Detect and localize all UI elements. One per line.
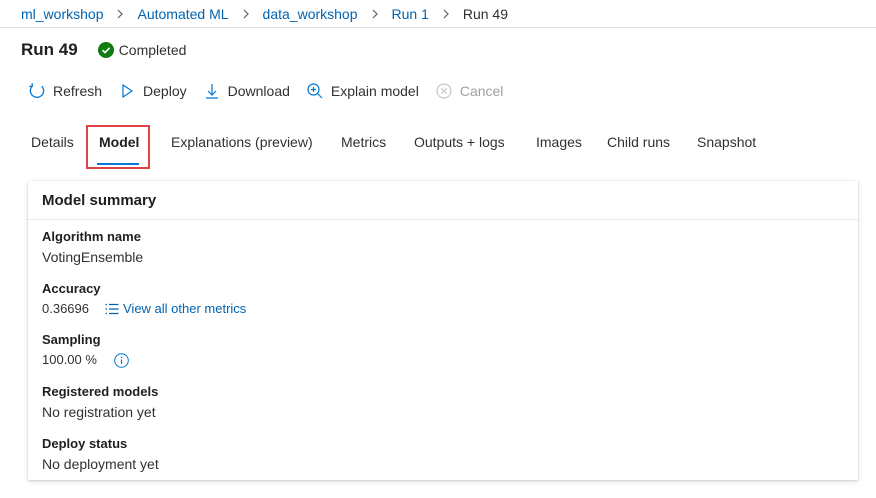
explain-model-label: Explain model [330, 83, 419, 99]
breadcrumb-item-workspace[interactable]: ml_workshop [21, 6, 103, 22]
tab-child-runs[interactable]: Child runs [607, 134, 670, 150]
breadcrumb-item-parent-run[interactable]: Run 1 [392, 6, 429, 22]
explain-model-button[interactable]: Explain model [306, 82, 419, 100]
sampling-row: 100.00 % [42, 351, 129, 369]
breadcrumb-item-automated-ml[interactable]: Automated ML [137, 6, 228, 22]
zoom-in-icon [306, 82, 324, 100]
tab-outputs-logs[interactable]: Outputs + logs [414, 134, 505, 150]
accuracy-row: 0.36696 View all other metrics [42, 300, 246, 318]
deploy-label: Deploy [143, 83, 187, 99]
chevron-right-icon [241, 9, 251, 19]
registered-models-field: Registered models No registration yet [42, 384, 158, 421]
card-header: Model summary [28, 181, 858, 220]
list-icon [105, 303, 119, 315]
accuracy-label: Accuracy [42, 281, 101, 296]
deploy-status-value: No deployment yet [42, 456, 159, 472]
tab-explanations[interactable]: Explanations (preview) [171, 134, 313, 150]
check-circle-icon [97, 42, 114, 58]
highlight-box [86, 125, 150, 169]
tab-snapshot[interactable]: Snapshot [697, 134, 756, 150]
refresh-button[interactable]: Refresh [28, 82, 102, 100]
accuracy-field: Accuracy 0.36696 View all other metrics [42, 281, 246, 318]
registered-models-label: Registered models [42, 384, 159, 399]
download-button[interactable]: Download [203, 82, 290, 100]
breadcrumb-item-experiment[interactable]: data_workshop [263, 6, 358, 22]
breadcrumb: ml_workshop Automated ML data_workshop R… [0, 0, 876, 28]
deploy-button[interactable]: Deploy [118, 82, 187, 100]
algorithm-field: Algorithm name VotingEnsemble [42, 229, 143, 266]
view-metrics-label: View all other metrics [123, 301, 247, 316]
algorithm-value: VotingEnsemble [42, 249, 144, 265]
tab-images[interactable]: Images [536, 134, 582, 150]
registered-models-value: No registration yet [42, 404, 156, 420]
command-bar: Refresh Deploy Download Explain model Ca… [28, 80, 519, 102]
refresh-icon [28, 82, 46, 100]
chevron-right-icon [370, 9, 380, 19]
view-metrics-link[interactable]: View all other metrics [105, 300, 246, 318]
algorithm-label: Algorithm name [42, 229, 141, 244]
sampling-value: 100.00 % [42, 352, 97, 367]
download-icon [203, 82, 221, 100]
page-title: Run 49 [21, 40, 78, 59]
card-title: Model summary [42, 191, 157, 209]
status-text: Completed [118, 42, 187, 58]
cancel-circle-icon [435, 82, 453, 100]
tab-metrics[interactable]: Metrics [341, 134, 386, 150]
accuracy-value: 0.36696 [42, 301, 89, 316]
info-icon[interactable] [114, 352, 129, 368]
sampling-field: Sampling 100.00 % [42, 332, 129, 369]
cancel-label: Cancel [459, 83, 504, 99]
status-badge: Completed [97, 42, 187, 58]
tab-details[interactable]: Details [31, 134, 74, 150]
refresh-label: Refresh [53, 83, 103, 99]
chevron-right-icon [115, 9, 125, 19]
deploy-status-label: Deploy status [42, 436, 128, 451]
sampling-label: Sampling [42, 332, 101, 347]
model-summary-card: Model summary Algorithm name VotingEnsem… [28, 181, 858, 480]
chevron-right-icon [441, 9, 451, 19]
deploy-status-field: Deploy status No deployment yet [42, 436, 159, 473]
cancel-button[interactable]: Cancel [435, 82, 504, 100]
download-label: Download [227, 83, 290, 99]
title-row: Run 49 Completed [21, 40, 186, 60]
play-outline-icon [118, 82, 136, 100]
breadcrumb-current: Run 49 [462, 5, 509, 22]
